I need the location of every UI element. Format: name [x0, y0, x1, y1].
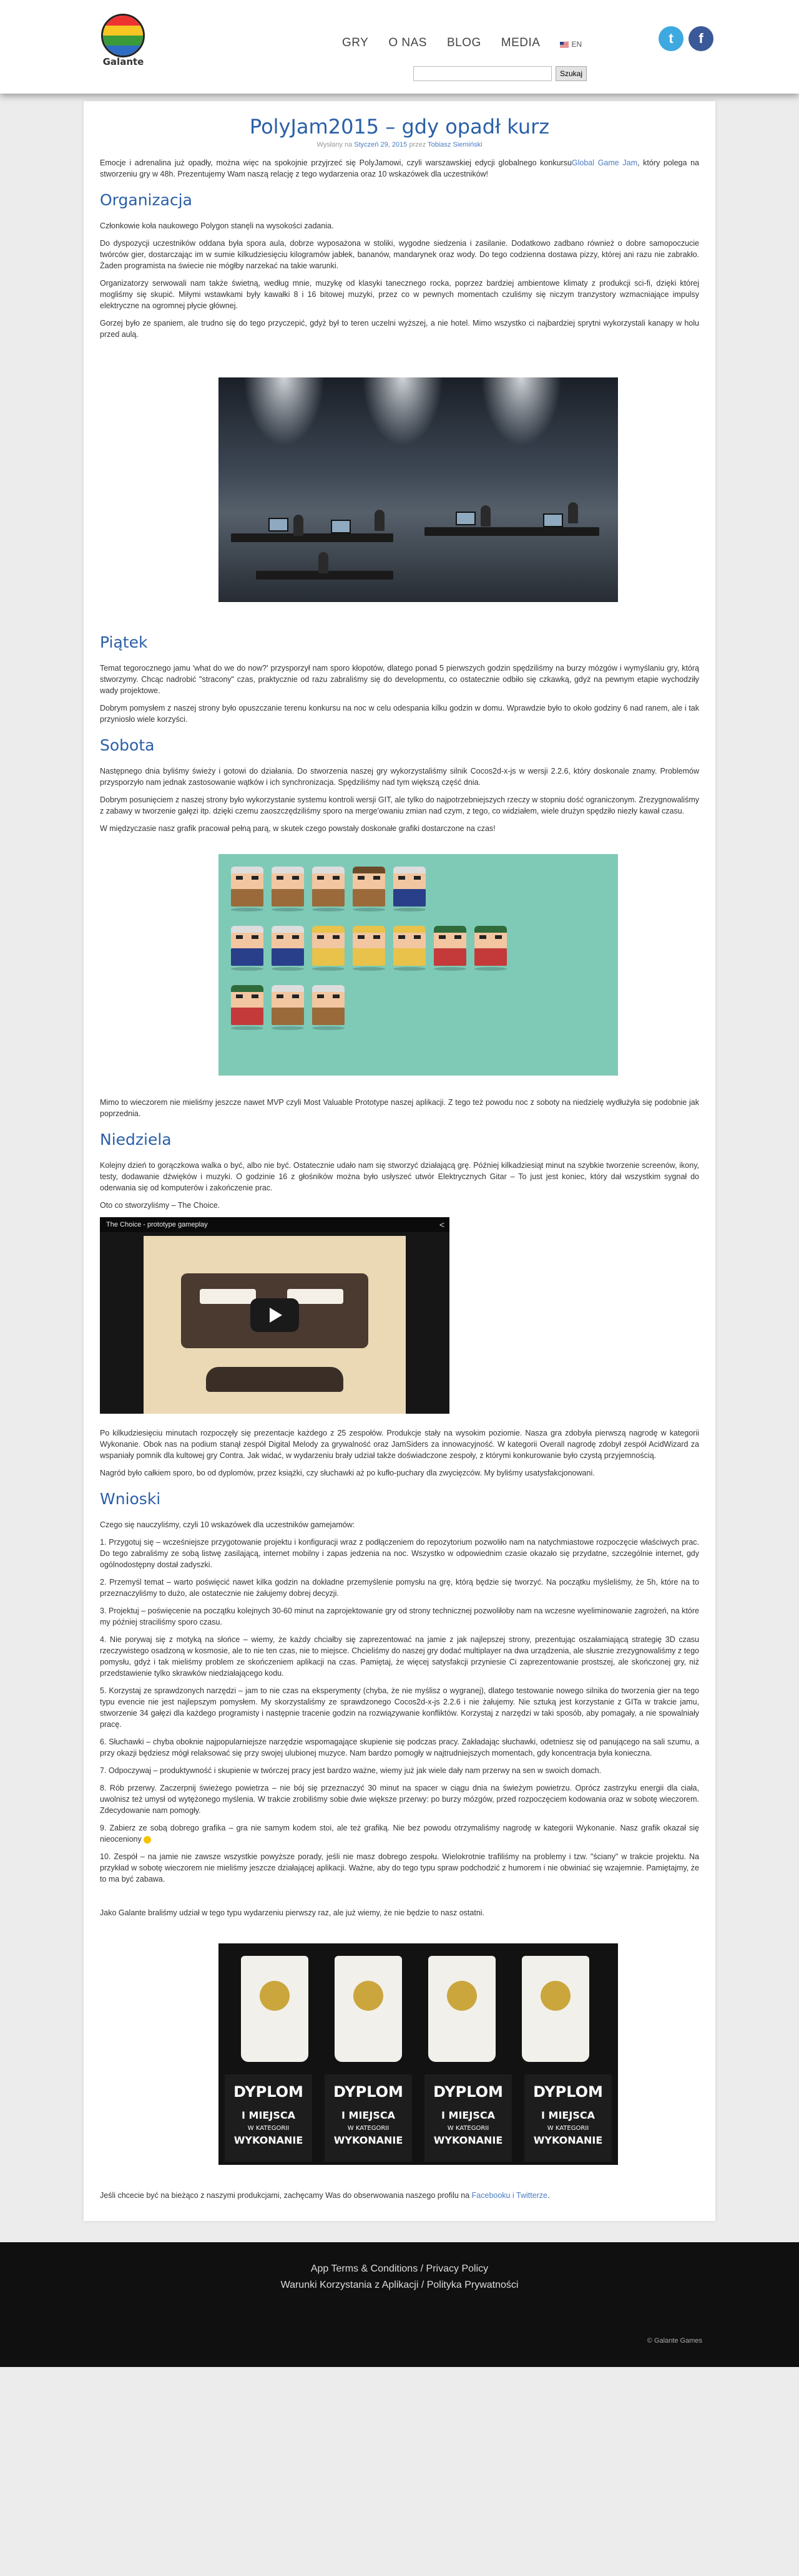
- paragraph: Do dyspozycji uczestników oddana była sp…: [100, 239, 699, 270]
- galante-logo[interactable]: Galante: [97, 14, 150, 67]
- language-switch[interactable]: EN: [560, 39, 582, 50]
- author-link[interactable]: Tobiasz Siemiński: [428, 141, 482, 148]
- paragraph: Mimo to wieczorem nie mieliśmy jeszcze n…: [100, 1098, 699, 1118]
- character-sprite: [231, 926, 263, 971]
- uk-flag-icon: [560, 41, 569, 47]
- paragraph: Członkowie koła naukowego Polygon stanęl…: [100, 221, 334, 230]
- post-meta: Wysłany na Styczeń 29, 2015 przez Tobias…: [84, 141, 715, 148]
- tip-item: 9. Zabierz ze sobą dobrego grafika – gra…: [100, 1824, 699, 1844]
- sprites-figure: [218, 854, 699, 1076]
- tip-item: 1. Przygotuj się – wcześniejsze przygoto…: [100, 1538, 699, 1569]
- logo-ball-icon: [101, 14, 145, 57]
- awards-figure: DYPLOM I MIEJSCA W KATEGORII WYKONANIE DYPL…: [218, 1943, 699, 2165]
- character-sprites-image: [218, 854, 618, 1076]
- main-nav: GRY O NAS BLOG MEDIA EN: [342, 36, 582, 50]
- character-sprite: [474, 926, 507, 971]
- search-input[interactable]: [413, 66, 552, 81]
- nav-item-gry[interactable]: GRY: [342, 36, 368, 50]
- diploma: DYPLOM I MIEJSCA W KATEGORII WYKONANIE: [524, 2074, 612, 2162]
- smiley-icon: [144, 1835, 152, 1844]
- paragraph: Temat tegorocznego jamu 'what do we do n…: [100, 664, 699, 695]
- nav-item-o-nas[interactable]: O NAS: [388, 36, 427, 50]
- paragraph: Czego się nauczyliśmy, czyli 10 wskazówe…: [100, 1520, 355, 1529]
- heading-sobota: Sobota: [100, 736, 155, 754]
- tip-item: 3. Projektuj – poświęcenie na początku k…: [100, 1606, 699, 1626]
- character-sprite: [353, 867, 385, 911]
- diploma: DYPLOM I MIEJSCA W KATEGORII WYKONANIE: [424, 2074, 512, 2162]
- character-sprite: [272, 985, 304, 1030]
- character-sprite: [312, 985, 345, 1030]
- post-title: PolyJam2015 – gdy opadł kurz: [249, 115, 550, 139]
- nav-item-blog[interactable]: BLOG: [447, 36, 481, 50]
- heading-organizacja: Organizacja: [100, 191, 192, 209]
- character-sprite: [393, 926, 426, 971]
- facebook-icon[interactable]: f: [689, 26, 713, 51]
- logo-text: Galante: [102, 56, 144, 67]
- copyright: © Galante Games: [647, 2337, 702, 2345]
- outro-paragraph: Jeśli chcecie być na bieżąco z naszymi p…: [100, 2191, 550, 2200]
- paragraph: Jako Galante braliśmy udział w tego typu…: [100, 1908, 485, 1917]
- search-button[interactable]: Szukaj: [556, 66, 587, 81]
- venue-photo-figure: [218, 377, 699, 602]
- character-sprite: [312, 926, 345, 971]
- tip-item: 6. Słuchawki – chyba oboknie najpopularn…: [100, 1738, 699, 1757]
- paragraph: Organizatorzy serwowali nam także świetn…: [100, 279, 699, 310]
- heading-wnioski: Wnioski: [100, 1490, 161, 1508]
- paragraph: Dobrym pomysłem z naszej strony było opu…: [100, 704, 699, 724]
- diploma: DYPLOM I MIEJSCA W KATEGORII WYKONANIE: [325, 2074, 412, 2162]
- intro-paragraph: Emocje i adrenalina już opadły, można wi…: [100, 158, 699, 178]
- venue-photo: [218, 377, 618, 602]
- video-title[interactable]: The Choice - prototype gameplay: [106, 1221, 208, 1228]
- language-label: EN: [571, 40, 582, 49]
- paragraph: Po kilkudziesięciu minutach rozpoczęły s…: [100, 1429, 699, 1460]
- youtube-video-embed[interactable]: The Choice - prototype gameplay <: [100, 1217, 449, 1414]
- terms-privacy-link-pl[interactable]: Warunki Korzystania z Aplikacji / Polity…: [281, 2280, 519, 2290]
- play-button[interactable]: [250, 1298, 299, 1332]
- social-profile-link[interactable]: Facebooku i Twitterze: [472, 2191, 547, 2200]
- heading-piatek: Piątek: [100, 633, 148, 651]
- meta-by: przez: [407, 141, 428, 148]
- post-date-link[interactable]: Styczeń 29, 2015: [354, 141, 407, 148]
- character-sprite: [434, 926, 466, 971]
- character-sprite: [272, 867, 304, 911]
- character-sprite: [231, 985, 263, 1030]
- character-sprite: [231, 867, 263, 911]
- article: PolyJam2015 – gdy opadł kurz Wysłany na …: [84, 101, 715, 2221]
- paragraph: Gorzej było ze spaniem, ale trudno się d…: [100, 319, 699, 339]
- paragraph: Następnego dnia byliśmy świeży i gotowi …: [100, 767, 699, 787]
- diploma: DYPLOM I MIEJSCA W KATEGORII WYKONANIE: [225, 2074, 312, 2162]
- meta-prefix: Wysłany na: [316, 141, 355, 148]
- post-body: Emocje i adrenalina już opadły, można wi…: [84, 157, 699, 2201]
- nav-item-media[interactable]: MEDIA: [501, 36, 541, 50]
- terms-privacy-link-en[interactable]: App Terms & Conditions / Privacy Policy: [311, 2263, 488, 2274]
- paragraph: Oto co stworzyliśmy – The Choice.: [100, 1201, 220, 1210]
- search-form: Szukaj: [413, 66, 587, 81]
- paragraph: W międzyczasie nasz grafik pracował pełn…: [100, 824, 496, 833]
- paragraph: Nagród było całkiem sporo, bo od dyplomó…: [100, 1469, 595, 1477]
- tip-item: 4. Nie porywaj się z motyką na słońce – …: [100, 1635, 699, 1678]
- character-sprite: [312, 867, 345, 911]
- site-header: Galante GRY O NAS BLOG MEDIA EN Szukaj t…: [0, 0, 799, 94]
- character-sprite: [353, 926, 385, 971]
- paragraph: Dobrym posunięciem z naszej strony było …: [100, 795, 699, 815]
- tip-item: 5. Korzystaj ze sprawdzonych narzędzi – …: [100, 1686, 699, 1729]
- twitter-icon[interactable]: t: [659, 26, 684, 51]
- social-links: t f: [659, 26, 713, 51]
- global-game-jam-link[interactable]: Global Game Jam: [572, 158, 637, 167]
- video-title-bar: The Choice - prototype gameplay: [100, 1217, 449, 1232]
- tip-item: 2. Przemyśl temat – warto poświęcić nawe…: [100, 1578, 699, 1598]
- character-sprite: [272, 926, 304, 971]
- tip-item: 8. Rób przerwy. Zaczerpnij świeżego powi…: [100, 1784, 699, 1815]
- paragraph: Kolejny dzień to gorączkowa walka o być,…: [100, 1161, 699, 1192]
- site-footer: App Terms & Conditions / Privacy Policy …: [0, 2242, 799, 2367]
- character-sprite: [393, 867, 426, 911]
- tip-item: 7. Odpoczywaj – produktywność i skupieni…: [100, 1766, 602, 1775]
- awards-photo: DYPLOM I MIEJSCA W KATEGORII WYKONANIE DYPL…: [218, 1943, 618, 2165]
- tip-item: 10. Zespół – na jamie nie zawsze wszystk…: [100, 1852, 699, 1883]
- heading-niedziela: Niedziela: [100, 1130, 172, 1149]
- share-icon[interactable]: <: [439, 1220, 444, 1230]
